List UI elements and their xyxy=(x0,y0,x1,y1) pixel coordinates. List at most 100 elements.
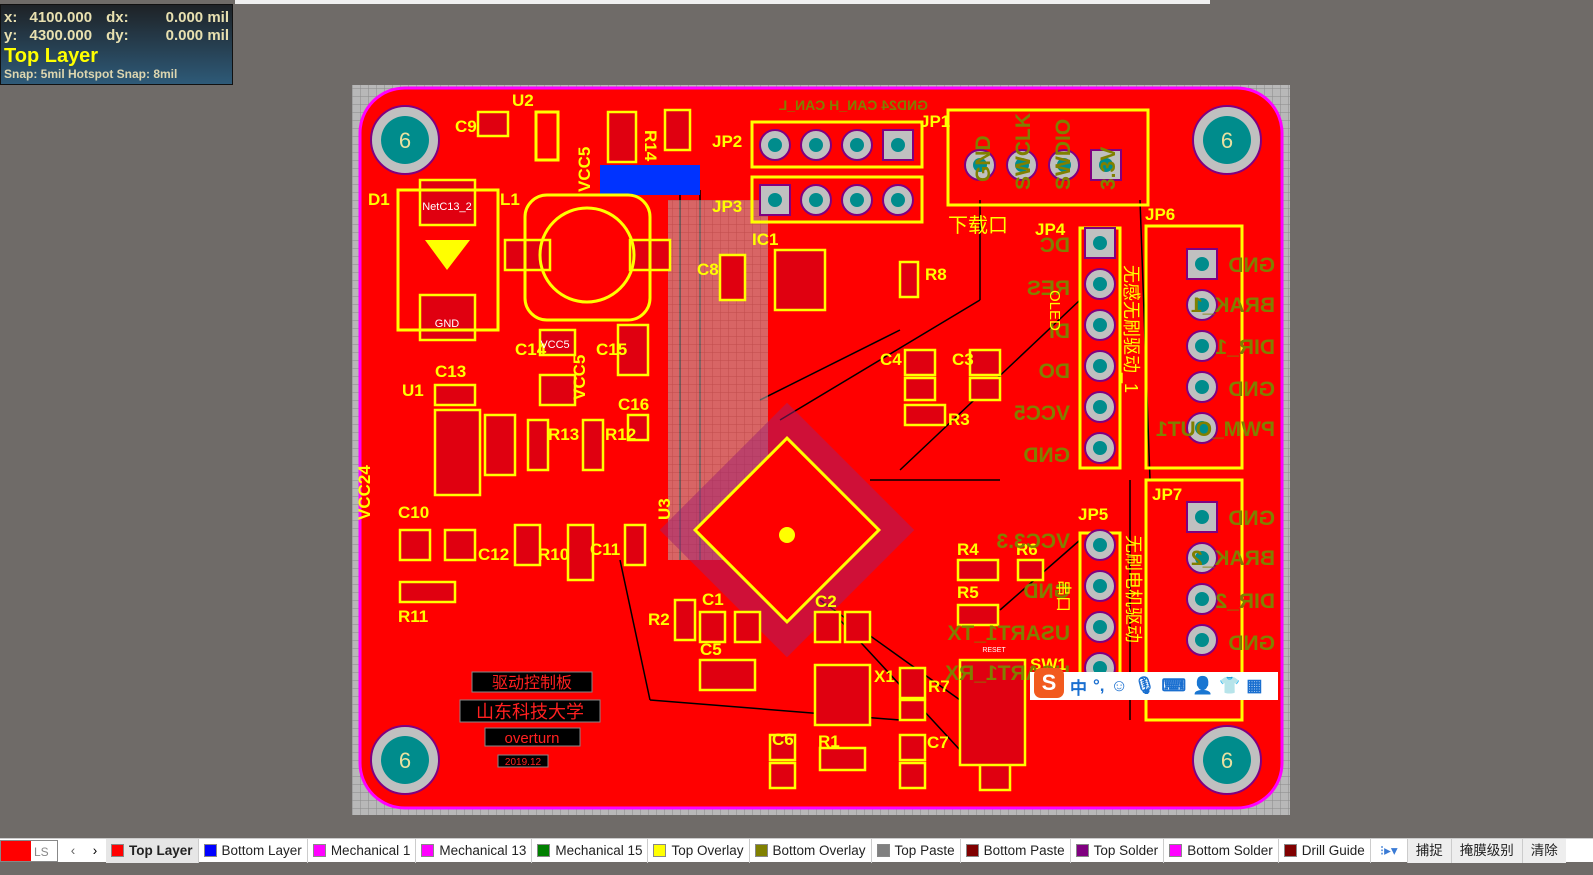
microphone-icon[interactable]: 🎙 xyxy=(1134,676,1156,696)
pcb-label: DIR_1 xyxy=(1215,336,1275,359)
smd-component xyxy=(398,580,457,604)
pad-drill xyxy=(850,193,864,207)
scroll-right-icon[interactable]: › xyxy=(84,843,106,858)
dy-label: dy: xyxy=(106,27,129,44)
scroll-left-icon[interactable]: ‹ xyxy=(62,843,84,858)
smd-component xyxy=(503,238,552,272)
ime-mode-button[interactable]: 中 xyxy=(1070,674,1087,699)
pcb-label: VCC5 xyxy=(540,339,569,351)
pcb-label: GND xyxy=(1228,632,1275,655)
pcb-label: GND xyxy=(1228,254,1275,277)
layer-tab-label: Bottom Solder xyxy=(1187,843,1273,858)
smd-component xyxy=(843,610,872,644)
keyboard-icon[interactable]: ⌨ xyxy=(1161,676,1186,696)
pad-drill xyxy=(1093,441,1107,455)
pad-drill xyxy=(1195,633,1209,647)
pcb-label: RESET xyxy=(982,647,1006,654)
pcb-label: DIR_2 xyxy=(1215,590,1275,613)
pcb-canvas[interactable]: 6 6 6 6 U2 C9 D1 L1 C13 U1 C10 C12 R10 C11 R11 R13 R12 C… xyxy=(0,0,1593,838)
pad-drill xyxy=(850,138,864,152)
smd-component xyxy=(663,108,692,152)
pcb-label: PWM_OUT1 xyxy=(1156,418,1275,441)
layer-tab-label: Top Layer xyxy=(129,843,193,858)
pcb-label: VCC3.3 xyxy=(996,530,1070,553)
pcb-label: C13 xyxy=(435,362,466,381)
pcb-label: C9 xyxy=(455,117,477,136)
pcb-label: GND xyxy=(1023,444,1070,467)
pcb-label: SWCLK xyxy=(1012,113,1035,190)
current-layer-indicator[interactable]: LS xyxy=(0,839,58,862)
smd-component xyxy=(1016,558,1045,582)
layer-tab[interactable]: Top Layer xyxy=(106,838,199,863)
clear-button[interactable]: 清除 xyxy=(1521,838,1566,863)
pad-drill xyxy=(891,138,905,152)
grid-menu-icon[interactable]: ▦ xyxy=(1246,676,1262,696)
snap-button[interactable]: 捕捉 xyxy=(1406,838,1451,863)
pcb-label: C1 xyxy=(702,590,724,609)
pad-drill xyxy=(768,193,782,207)
layer-tab[interactable]: Bottom Solder xyxy=(1164,838,1279,863)
smd-component xyxy=(733,610,762,644)
layer-color-swatch xyxy=(754,844,768,857)
pcb-label: JP1 xyxy=(920,112,950,131)
pcb-label: R11 xyxy=(398,607,428,626)
pcb-label: 山东科技大学 xyxy=(476,702,584,722)
smd-component xyxy=(903,376,937,402)
smd-component xyxy=(698,658,757,692)
pad-drill xyxy=(1093,579,1107,593)
pcb-label: R14 xyxy=(641,130,660,162)
layer-color-swatch xyxy=(111,844,124,857)
layer-tab-label: Top Paste xyxy=(894,843,955,858)
layer-tab-label: Mechanical 1 xyxy=(330,843,411,858)
layer-tab[interactable]: Top Solder xyxy=(1071,838,1165,863)
layer-tab[interactable]: Bottom Layer xyxy=(199,838,308,863)
pad-drill xyxy=(809,138,823,152)
pcb-label: JP7 xyxy=(1152,485,1182,504)
smd-component xyxy=(818,746,867,772)
pcb-label: R13 xyxy=(548,425,579,444)
sogou-logo-icon[interactable]: S xyxy=(1034,668,1064,698)
pad-drill xyxy=(809,193,823,207)
layer-tab-label: Bottom Overlay xyxy=(772,843,866,858)
layer-tab[interactable]: Bottom Overlay xyxy=(750,838,872,863)
layer-tab[interactable]: Bottom Paste xyxy=(961,838,1071,863)
pcb-label: IC1 xyxy=(752,230,778,249)
smd-component xyxy=(483,413,517,477)
layer-tab[interactable]: Drill Guide xyxy=(1279,838,1371,863)
layer-tab[interactable]: Top Paste xyxy=(872,838,961,863)
pcb-label: C7 xyxy=(927,733,949,752)
pcb-label: U2 xyxy=(512,91,534,110)
pad-drill xyxy=(1093,620,1107,634)
pad-drill xyxy=(1093,400,1107,414)
pin1-dot xyxy=(779,527,795,543)
layer-tab[interactable]: Mechanical 13 xyxy=(416,838,533,863)
pcb-label: USART1_TX xyxy=(947,622,1070,645)
pcb-label: C10 xyxy=(398,503,429,522)
pcb-label: C12 xyxy=(478,545,509,564)
emoji-icon[interactable]: ☺ xyxy=(1111,676,1128,696)
pcb-label: U1 xyxy=(402,381,424,400)
ime-punct-button[interactable]: °, xyxy=(1093,676,1105,696)
pcb-label: GND xyxy=(1228,507,1275,530)
pcb-label: overturn xyxy=(504,730,559,747)
smd-component xyxy=(673,598,697,642)
pad-drill xyxy=(1195,592,1209,606)
layer-tab[interactable]: Mechanical 15 xyxy=(532,838,649,863)
pcb-label: 串口 xyxy=(1054,580,1072,612)
layer-color-swatch xyxy=(965,844,979,857)
user-icon[interactable]: 👤 xyxy=(1192,676,1213,696)
pcb-label: 下载口 xyxy=(948,214,1008,237)
skin-icon[interactable]: 👕 xyxy=(1219,676,1240,696)
pcb-label: 驱动控制板 xyxy=(492,674,572,692)
layer-tab[interactable]: Mechanical 1 xyxy=(308,838,417,863)
layer-tab[interactable]: Top Overlay xyxy=(648,838,750,863)
smd-component xyxy=(898,733,927,762)
layer-filter-icon[interactable]: ⁝▸▾ xyxy=(1371,843,1407,859)
mask-level-button[interactable]: 掩膜级别 xyxy=(1450,838,1522,863)
mounting-hole-label: 6 xyxy=(1221,128,1233,153)
pcb-label: X1 xyxy=(874,667,895,686)
smd-component xyxy=(623,523,647,567)
ime-toolbar[interactable]: S 中 °, ☺ 🎙 ⌨ 👤 👕 ▦ xyxy=(1030,668,1278,700)
layer-tab-label: Drill Guide xyxy=(1301,843,1365,858)
pcb-label: JP6 xyxy=(1145,205,1175,224)
